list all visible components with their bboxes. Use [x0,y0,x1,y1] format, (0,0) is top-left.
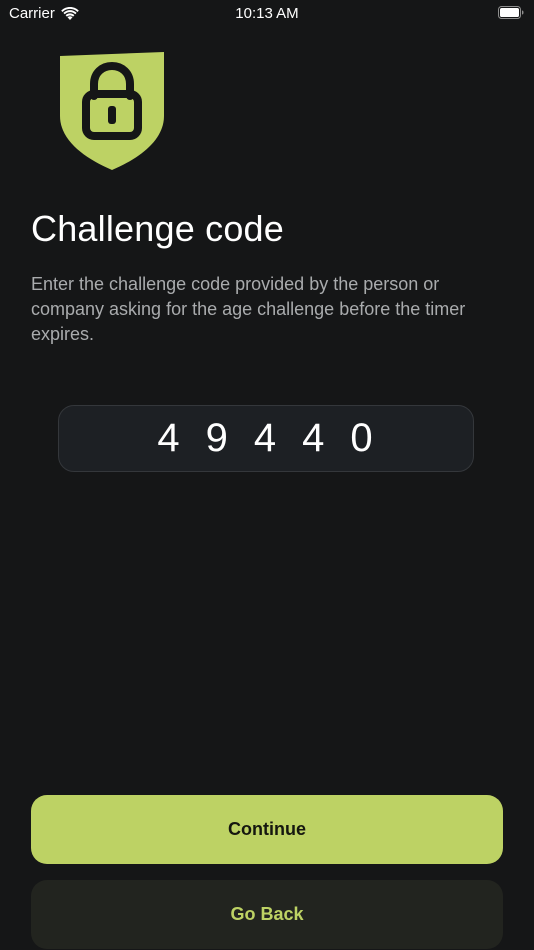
go-back-button[interactable]: Go Back [31,880,503,949]
page-description: Enter the challenge code provided by the… [31,274,466,344]
continue-button[interactable]: Continue [31,795,503,864]
page-title: Challenge code [31,208,284,249]
challenge-code-field[interactable] [58,405,474,472]
shield-lock-icon [60,52,164,170]
status-time: 10:13 AM [235,5,299,22]
battery-icon [498,6,524,19]
challenge-code-input[interactable] [59,415,473,462]
status-bar: Carrier 10:13 AM [0,0,534,28]
